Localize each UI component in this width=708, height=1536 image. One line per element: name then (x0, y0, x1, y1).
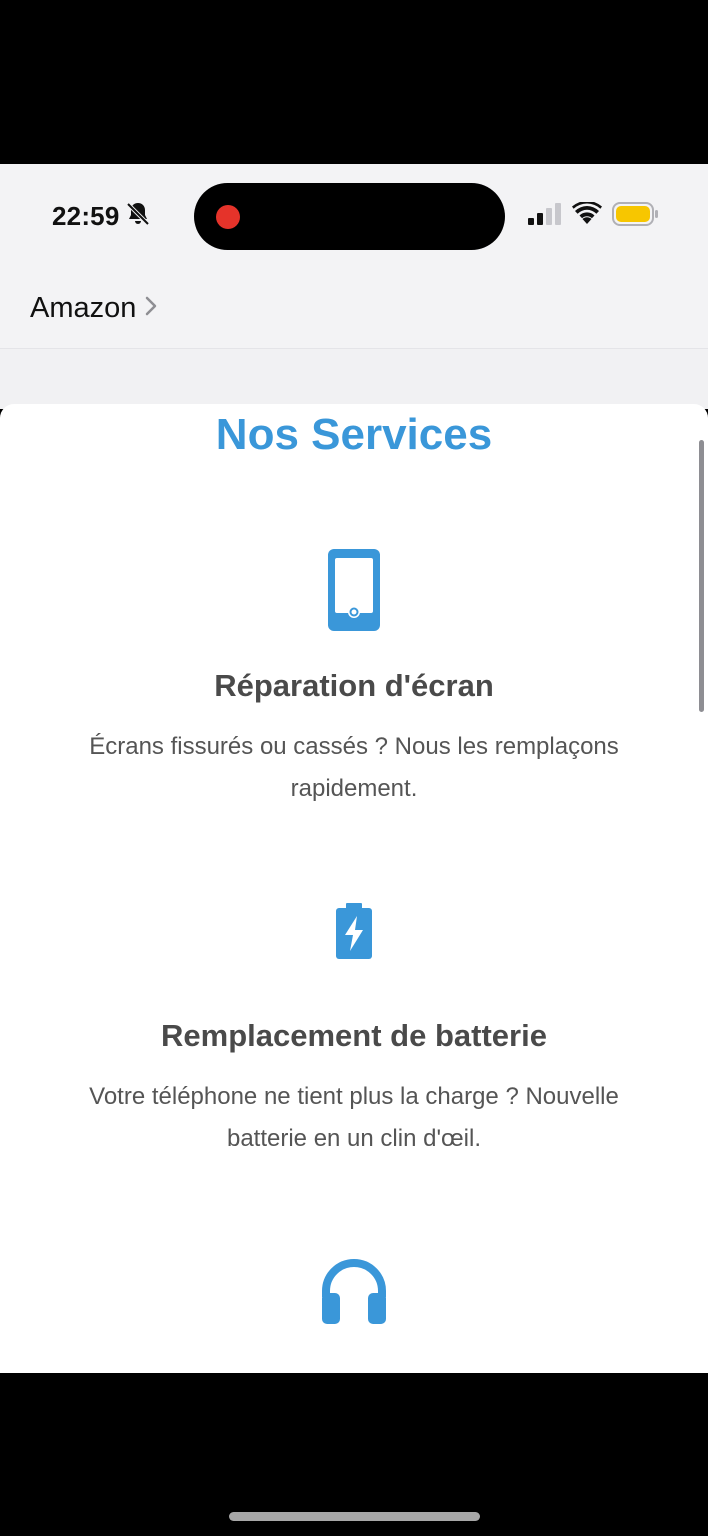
phone-screen: 22:59 Amazon Nos Services Réparation d'é… (0, 0, 708, 1536)
service-title: Réparation d'écran (214, 668, 494, 703)
wifi-icon (572, 200, 602, 231)
mobile-phone-icon (0, 548, 708, 632)
battery-icon (612, 201, 660, 232)
top-black-bar (0, 0, 708, 164)
status-indicators (528, 200, 660, 232)
service-description: Écrans fissurés ou cassés ? Nous les rem… (89, 733, 619, 802)
status-time-group: 22:59 (52, 200, 150, 232)
battery-charging-icon (0, 902, 708, 960)
home-indicator[interactable] (229, 1512, 480, 1521)
dynamic-island (194, 183, 505, 250)
section-title: Nos Services (215, 410, 493, 459)
bell-muted-icon (126, 201, 150, 232)
service-description: Votre téléphone ne tient plus la charge … (89, 1083, 619, 1152)
recording-indicator-icon (216, 205, 240, 229)
vertical-scrollbar[interactable] (699, 440, 704, 712)
back-to-amazon-link[interactable]: Amazon (30, 292, 158, 325)
headphones-icon (0, 1257, 708, 1325)
chevron-right-icon (144, 292, 158, 325)
status-time: 22:59 (52, 200, 120, 231)
page-background-band (0, 349, 708, 409)
service-title: Remplacement de batterie (161, 1018, 547, 1053)
back-link-label: Amazon (30, 292, 137, 324)
cellular-signal-icon (528, 202, 562, 230)
